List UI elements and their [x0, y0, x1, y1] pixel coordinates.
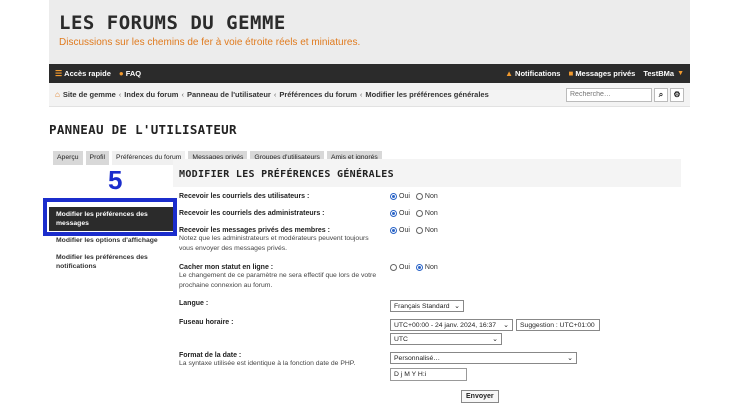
faq-link[interactable]: ● FAQ — [119, 69, 141, 78]
search-input[interactable] — [566, 87, 652, 102]
bell-icon: ▲ — [505, 69, 514, 78]
timezone-select[interactable]: UTC ⌄ — [390, 333, 502, 345]
radio-hide-online-yes[interactable]: Oui — [390, 264, 410, 271]
breadcrumb-item[interactable]: Préférences du forum — [279, 90, 357, 99]
content-panel: MODIFIER LES PRÉFÉRENCES GÉNÉRALES Recev… — [173, 159, 681, 413]
user-menu[interactable]: TestBMa ▼ — [643, 69, 684, 78]
search-button[interactable]: ⌕ — [654, 87, 668, 102]
timezone-date-select[interactable]: UTC+00:00 - 24 janv. 2024, 16:37 ⌄ — [390, 319, 513, 331]
submit-button[interactable]: Envoyer — [461, 390, 499, 403]
inbox-icon: ■ — [568, 69, 574, 78]
breadcrumb-item[interactable]: Site de gemme — [63, 90, 116, 99]
radio-admin-mail-yes[interactable]: Oui — [390, 210, 410, 217]
explain-private-messages: Notez que les administrateurs et modérat… — [179, 235, 369, 252]
breadcrumb-separator: ‹ — [181, 90, 184, 99]
home-icon: ⌂ — [55, 90, 60, 99]
chevron-down-icon: ▼ — [677, 70, 684, 77]
private-messages-label: Messages privés — [575, 69, 636, 78]
radio-pm-no[interactable]: Non — [415, 227, 438, 234]
site-title[interactable]: LES FORUMS DU GEMME — [59, 12, 680, 34]
breadcrumb-separator: ‹ — [273, 90, 277, 99]
breadcrumb-item[interactable]: Modifier les préférences générales — [365, 90, 488, 99]
radio-pm-yes[interactable]: Oui — [390, 227, 410, 234]
username: TestBMa — [643, 69, 675, 78]
breadcrumb-separator: ‹ — [118, 90, 122, 99]
notifications-label: Notifications — [515, 69, 561, 78]
row-timezone: Fuseau horaire : UTC+00:00 - 24 janv. 20… — [179, 319, 679, 345]
advanced-search-button[interactable]: ⚙ — [670, 87, 684, 102]
menu-item-notification-preferences[interactable]: Modifier les préférences des notificatio… — [49, 250, 173, 274]
notifications-link[interactable]: ▲ Notifications — [505, 69, 560, 78]
quick-access-menu[interactable]: ☰ Accès rapide — [55, 69, 111, 78]
explain-hide-online: Le changement de ce paramètre ne sera ef… — [179, 272, 377, 289]
preferences-form: Recevoir les courriels des utilisateurs … — [173, 187, 681, 413]
faq-label: FAQ — [125, 69, 142, 78]
chevron-down-icon: ⌄ — [503, 322, 509, 329]
section-title: MODIFIER LES PRÉFÉRENCES GÉNÉRALES — [179, 169, 394, 180]
private-messages-link[interactable]: ■ Messages privés — [568, 69, 635, 78]
gear-icon: ⚙ — [673, 90, 681, 99]
annotation-highlight-box — [43, 198, 177, 236]
hamburger-icon: ☰ — [55, 69, 63, 78]
date-format-input[interactable]: D j M Y H:i — [390, 368, 467, 381]
annotation-number: 5 — [108, 165, 123, 195]
radio-admin-mail-no[interactable]: Non — [415, 210, 438, 217]
row-date-format: Format de la date : La syntaxe utilisée … — [179, 352, 679, 381]
language-select[interactable]: Français Standard ⌄ — [390, 300, 464, 312]
chevron-down-icon: ⌄ — [454, 303, 460, 310]
row-private-messages: Recevoir les messages privés des membres… — [179, 227, 679, 254]
breadcrumb: ⌂ Site de gemme ‹ Index du forum ‹ Panne… — [49, 83, 690, 107]
row-hide-online: Cacher mon statut en ligne : Le changeme… — [179, 264, 679, 291]
breadcrumb-item[interactable]: Panneau de l'utilisateur — [187, 90, 271, 99]
radio-users-mail-yes[interactable]: Oui — [390, 193, 410, 200]
row-admin-mail: Recevoir les courriels des administrateu… — [179, 210, 679, 217]
row-language: Langue : Français Standard ⌄ — [179, 300, 679, 312]
date-format-select[interactable]: Personnalisé… ⌄ — [390, 352, 577, 364]
site-description: Discussions sur les chemins de fer à voi… — [59, 37, 361, 48]
breadcrumb-item[interactable]: Index du forum — [124, 90, 178, 99]
quick-access-label: Accès rapide — [64, 69, 111, 78]
explain-date-format: La syntaxe utilisée est identique à la f… — [179, 360, 356, 367]
radio-users-mail-no[interactable]: Non — [415, 193, 438, 200]
navbar: ☰ Accès rapide ● FAQ ▲ Notifications ■ M… — [49, 64, 690, 83]
chevron-down-icon: ⌄ — [567, 355, 573, 362]
site-header: LES FORUMS DU GEMME Discussions sur les … — [49, 0, 690, 64]
chevron-down-icon: ⌄ — [492, 336, 498, 343]
question-icon: ● — [118, 69, 124, 78]
page-title: PANNEAU DE L'UTILISATEUR — [49, 122, 237, 137]
radio-hide-online-no[interactable]: Non — [415, 264, 438, 271]
search-icon: ⌕ — [658, 89, 664, 99]
breadcrumb-separator: ‹ — [359, 90, 363, 99]
timezone-suggestion-button[interactable]: Suggestion : UTC+01:00 — [516, 319, 600, 331]
row-users-mail: Recevoir les courriels des utilisateurs … — [179, 193, 679, 200]
